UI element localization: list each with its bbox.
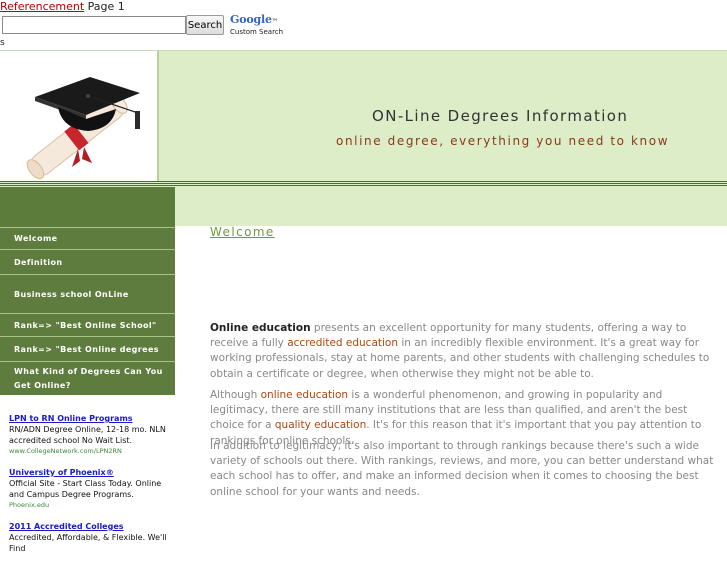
ad-title-link[interactable]: 2011 Accredited Colleges [9,521,169,532]
site-title: ON-Line Degrees Information [372,107,629,125]
custom-search-label: Custom Search [230,28,284,36]
sidebar-top-band [0,187,175,227]
stray-text: s [0,38,5,48]
main-content: Welcome Online education presents an exc… [175,187,727,545]
ad-item: LPN to RN Online Programs RN/ADN Degree … [9,413,169,457]
ad-text: RN/ADN Degree Online, 12-18 mo. NLN accr… [9,425,166,445]
site-subtitle: online degree, everything you need to kn… [336,134,670,148]
google-tm: ™ [271,18,278,25]
online-education-term: Online education [210,322,311,334]
ad-item: 2011 Accredited Colleges Accredited, Aff… [9,521,169,554]
accredited-education-link[interactable]: accredited education [287,337,398,349]
nav-item-business-school[interactable]: Business school OnLine [0,274,175,313]
header-divider [157,51,159,182]
welcome-heading-link[interactable]: Welcome [210,225,275,239]
content-top-band [175,187,727,226]
search-input[interactable] [2,16,186,34]
search-row: Search Google™ Custom Search [0,14,727,38]
site-header: ON-Line Degrees Information online degre… [0,50,727,182]
graduation-cap-image [0,51,157,182]
nav-item-definition[interactable]: Definition [0,249,175,274]
ad-url[interactable]: Phoenix.edu [9,500,169,511]
nav-item-best-online-degrees[interactable]: Rank=> "Best Online degrees [0,336,175,361]
sidebar: Welcome Definition Business school OnLin… [0,187,175,553]
nav-item-best-online-school[interactable]: Rank=> "Best Online School" [0,313,175,336]
ad-title-link[interactable]: LPN to RN Online Programs [9,413,169,424]
nav-item-welcome[interactable]: Welcome [0,227,175,249]
online-education-link[interactable]: online education [261,389,348,401]
ad-title-link[interactable]: University of Phoenix® [9,467,169,478]
google-wordmark: Google [230,13,272,26]
ad-item: University of Phoenix® Official Site - S… [9,467,169,511]
google-logo: Google™ [230,14,290,28]
paragraph-1: Online education presents an excellent o… [210,321,718,382]
ad-url[interactable]: www.CollegeNetwork.com/LPN2RN [9,446,169,457]
search-button[interactable]: Search [186,15,224,35]
paragraph-3: In addition to legitimacy, it's also imp… [210,440,714,498]
ad-text: Official Site - Start Class Today. Onlin… [9,479,162,499]
top-bar: Referencement Page 1 [0,0,727,14]
quality-education-link[interactable]: quality education [275,419,366,431]
sidebar-nav: Welcome Definition Business school OnLin… [0,227,175,395]
google-custom-search-logo: Google™ Custom Search [230,14,290,38]
ad-list: LPN to RN Online Programs RN/ADN Degree … [9,413,169,564]
page-indicator: Page 1 [87,0,125,13]
paragraph-text: Although [210,389,261,401]
referencement-link[interactable]: Referencement [0,0,84,13]
nav-item-degrees-online[interactable]: What Kind of Degrees Can You Get Online? [0,361,175,395]
ad-text: Accredited, Affordable, & Flexible. We'l… [9,533,167,553]
